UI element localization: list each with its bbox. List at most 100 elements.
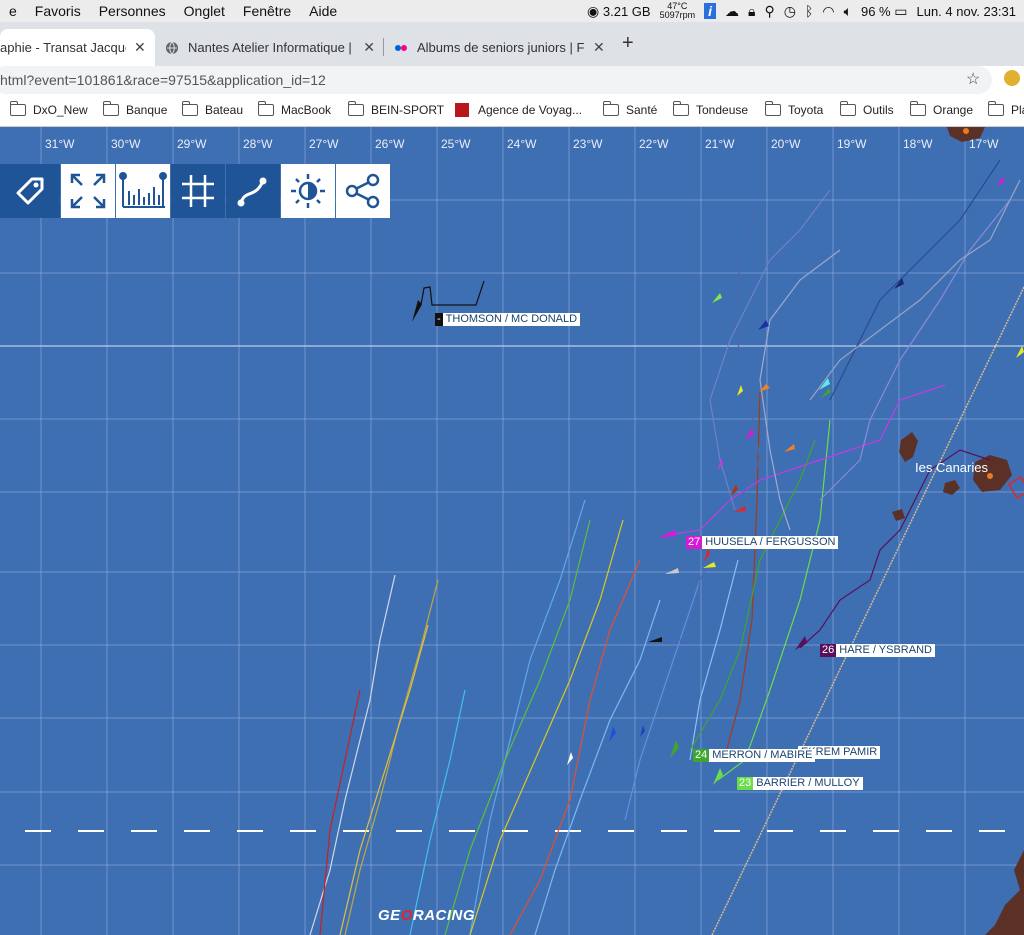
fullscreen-button[interactable] [61, 164, 115, 218]
url-text[interactable]: html?event=101861&race=97515&application… [0, 72, 326, 88]
folder-icon [103, 101, 119, 116]
bluetooth-icon[interactable]: ᛒ [805, 3, 813, 19]
logo-accent: O [400, 907, 413, 924]
menu-item-edit[interactable]: e [0, 3, 26, 19]
new-tab-button[interactable]: + [622, 32, 634, 55]
menu-item-favoris[interactable]: Favoris [26, 3, 90, 19]
bookmark-orange[interactable]: Orange [910, 101, 973, 117]
boat-label-barrier[interactable]: 23 BARRIER / MULLOY [737, 777, 863, 790]
bookmark-agence[interactable]: Agence de Voyag... [455, 103, 582, 117]
grid-icon [182, 175, 214, 207]
longitude-label: 18°W [903, 137, 933, 151]
bookmark-pla[interactable]: Pla [988, 101, 1024, 117]
bookmark-bateau[interactable]: Bateau [182, 101, 243, 117]
longitude-label: 27°W [309, 137, 339, 151]
city-dot [963, 128, 969, 134]
folder-icon [182, 101, 198, 116]
longitude-label: 24°W [507, 137, 537, 151]
extension-icon[interactable] [1004, 70, 1020, 86]
boat-label-hare[interactable]: 26 HARE / YSBRAND [820, 644, 935, 657]
georacing-logo: GEORACING [378, 907, 476, 924]
menu-item-onglet[interactable]: Onglet [175, 3, 234, 19]
menu-item-personnes[interactable]: Personnes [90, 3, 175, 19]
folder-icon [910, 101, 926, 116]
tab-nantes[interactable]: Nantes Atelier Informatique | U ✕ [165, 29, 375, 66]
label-toggle-button[interactable] [0, 164, 60, 218]
longitude-label: 28°W [243, 137, 273, 151]
restricted-zone [1007, 476, 1024, 499]
globe-icon [166, 41, 178, 54]
boat-label-merron[interactable]: 24 MERRON / MABIRE [693, 749, 816, 762]
bookmark-toyota[interactable]: Toyota [765, 101, 823, 117]
race-map[interactable]: 31°W 30°W 29°W 28°W 27°W 26°W 25°W 24°W … [0, 127, 1024, 935]
menu-item-fenetre[interactable]: Fenêtre [234, 3, 300, 19]
folder-icon [673, 101, 689, 116]
cloud-upload-icon[interactable]: ☁ [725, 3, 739, 20]
longitude-label: 22°W [639, 137, 669, 151]
bookmark-star-icon[interactable]: ☆ [966, 69, 980, 89]
memory-indicator[interactable]: ◉ 3.21 GB [587, 3, 651, 20]
tab-transat[interactable]: aphie - Transat Jacque ✕ [0, 29, 155, 66]
longitude-label: 23°W [573, 137, 603, 151]
brightness-button[interactable] [281, 164, 335, 218]
map-toolbar [0, 164, 391, 218]
bookmark-dxo[interactable]: DxO_New [10, 101, 88, 117]
bookmark-sante[interactable]: Santé [603, 101, 657, 117]
boat-markers [412, 176, 1024, 785]
tab-separator [383, 38, 384, 56]
tab-flickr[interactable]: Albums de seniors juniors | Flic ✕ [394, 29, 609, 66]
stats-button[interactable] [116, 164, 170, 218]
link-icon[interactable]: ⚲ [764, 3, 774, 20]
longitude-label: 29°W [177, 137, 207, 151]
longitude-label: 21°W [705, 137, 735, 151]
folder-icon [765, 101, 781, 116]
place-label-canaries: Ies Canaries [915, 460, 988, 475]
volume-icon[interactable]: 🔈︎ [844, 3, 852, 20]
bookmarks-bar: DxO_New Banque Bateau MacBook BEIN-SPORT… [0, 94, 1024, 127]
bookmark-macbook[interactable]: MacBook [258, 101, 331, 117]
close-icon[interactable]: ✕ [134, 39, 146, 56]
clock[interactable]: Lun. 4 nov. 23:31 [916, 4, 1016, 19]
bookmark-banque[interactable]: Banque [103, 101, 167, 117]
tracks-toggle-button[interactable] [226, 164, 280, 218]
tag-icon [16, 177, 44, 205]
folder-icon [348, 101, 364, 116]
temp-indicator[interactable]: 47°C 5097rpm [660, 2, 696, 20]
longitude-grid [40, 127, 966, 935]
battery-indicator[interactable]: 96 % ▭ [861, 3, 908, 20]
folder-icon [603, 101, 619, 116]
menu-item-aide[interactable]: Aide [300, 3, 346, 19]
close-icon[interactable]: ✕ [363, 39, 375, 56]
lock-icon[interactable]: 🔒︎ [748, 3, 755, 20]
bookmark-bein[interactable]: BEIN-SPORT [348, 101, 444, 117]
latitude-grid [0, 199, 1024, 866]
agency-icon [455, 103, 469, 117]
mac-menubar: e Favoris Personnes Onglet Fenêtre Aide … [0, 0, 1024, 22]
chart-icon [119, 172, 167, 208]
boat-tracks [309, 159, 1021, 935]
info-icon[interactable]: i [704, 3, 717, 19]
brightness-icon [291, 174, 325, 208]
memory-icon: ◉ [587, 2, 600, 19]
folder-icon [10, 101, 26, 116]
grid-toggle-button[interactable] [171, 164, 225, 218]
flickr-icon [395, 44, 407, 51]
longitude-label: 30°W [111, 137, 141, 151]
folder-icon [988, 101, 1004, 116]
boat-label-thomson[interactable]: - THOMSON / MC DONALD [435, 313, 581, 326]
share-icon [345, 173, 380, 209]
close-icon[interactable]: ✕ [593, 39, 605, 56]
longitude-label: 25°W [441, 137, 471, 151]
bookmark-outils[interactable]: Outils [840, 101, 894, 117]
longitude-label: 19°W [837, 137, 867, 151]
share-button[interactable] [336, 164, 390, 218]
time-machine-icon[interactable]: ◷ [784, 3, 796, 20]
wifi-icon[interactable]: ◠ [822, 3, 834, 20]
bookmark-tondeuse[interactable]: Tondeuse [673, 101, 748, 117]
canary-islands [892, 127, 1024, 935]
longitude-label: 17°W [969, 137, 999, 151]
battery-icon: ▭ [894, 2, 908, 19]
longitude-label: 20°W [771, 137, 801, 151]
boat-label-huusela[interactable]: 27 HUUSELA / FERGUSSON [686, 536, 839, 549]
route-line [711, 286, 1024, 935]
